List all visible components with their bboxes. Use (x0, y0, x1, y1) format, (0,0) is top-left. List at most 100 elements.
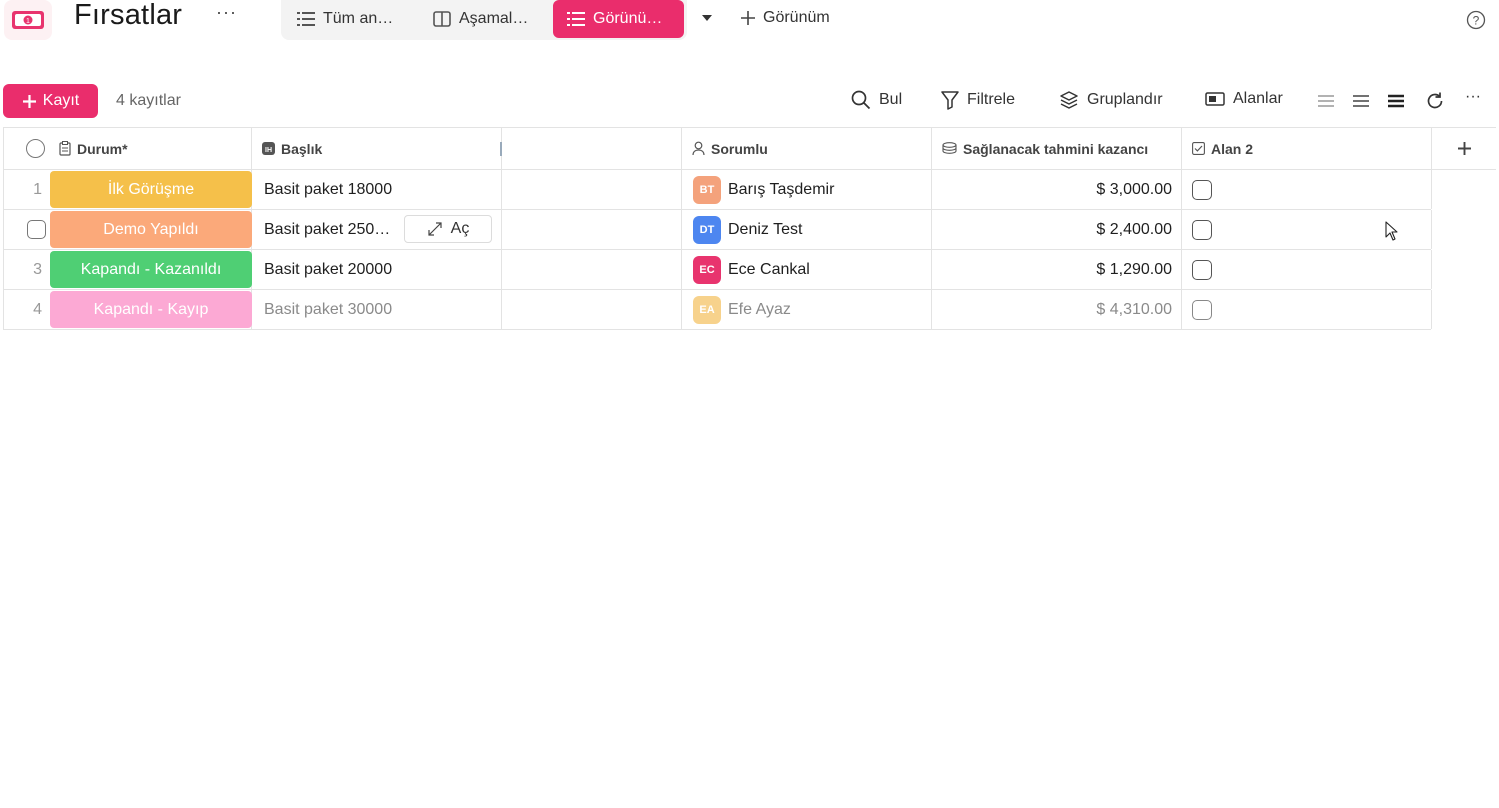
svg-text:1: 1 (26, 18, 30, 25)
group-button[interactable]: Gruplandır (1059, 90, 1163, 110)
field2-checkbox[interactable] (1192, 299, 1212, 320)
list-icon (297, 12, 315, 26)
column-header-owner[interactable]: Sorumlu (682, 127, 932, 170)
title-cell[interactable]: Basit paket 30000 (252, 290, 502, 329)
avatar: DT (693, 215, 721, 244)
tab-all[interactable]: Tüm an… (297, 0, 393, 38)
column-header-field2[interactable]: Alan 2 (1182, 127, 1432, 170)
select-all-checkbox[interactable] (26, 139, 45, 158)
add-column-button[interactable] (1432, 127, 1496, 170)
view-tabs: Tüm an… Aşamal… Görünü… (281, 0, 687, 40)
add-record-button[interactable]: Kayıt (3, 84, 98, 118)
column-label: Sorumlu (711, 140, 768, 157)
revenue-cell[interactable]: $ 1,290.00 (932, 250, 1182, 289)
title-cell[interactable]: Basit paket 20000 (252, 250, 502, 289)
owner-cell[interactable]: BT Barış Taşdemir (682, 170, 932, 209)
field2-cell[interactable] (1182, 170, 1432, 209)
add-view-button[interactable]: Görünüm (740, 0, 830, 36)
table-row[interactable]: Demo Yapıldı Basit paket 250… Aç DT Deni… (3, 210, 1432, 250)
group-label: Gruplandır (1087, 91, 1163, 108)
refresh-icon[interactable] (1425, 91, 1445, 116)
add-view-label: Görünüm (763, 9, 830, 26)
tab-view-active[interactable]: Görünü… (553, 0, 684, 38)
add-record-label: Kayıt (42, 92, 80, 109)
status-cell[interactable]: 3 Kapandı - Kazanıldı (3, 250, 252, 289)
more-icon[interactable]: ··· (1465, 88, 1481, 106)
owner-name: Efe Ayaz (728, 300, 791, 318)
layers-icon (1060, 91, 1078, 109)
owner-name: Ece Cankal (728, 260, 810, 278)
blank-cell[interactable] (502, 250, 682, 289)
chevron-down-icon[interactable] (700, 8, 714, 33)
table-row[interactable]: 4 Kapandı - Kayıp Basit paket 30000 EA E… (3, 290, 1432, 330)
row-height-medium-icon[interactable] (1351, 91, 1371, 116)
column-header-title[interactable]: IH Başlık (252, 127, 502, 170)
column-header-revenue[interactable]: Sağlanacak tahmini kazancı (932, 127, 1182, 170)
user-icon (692, 141, 705, 156)
filter-icon (941, 91, 959, 110)
status-badge[interactable]: İlk Görüşme (50, 171, 252, 208)
field2-cell[interactable] (1182, 250, 1432, 289)
kanban-icon (433, 11, 451, 27)
plus-icon (22, 94, 36, 108)
fields-button[interactable]: Alanlar (1205, 90, 1283, 108)
filter-label: Filtrele (967, 91, 1016, 108)
avatar: EA (693, 295, 721, 324)
status-badge[interactable]: Kapandı - Kayıp (50, 291, 252, 328)
owner-cell[interactable]: EC Ece Cankal (682, 250, 932, 289)
more-options-icon[interactable]: ··· (216, 2, 237, 23)
plus-icon (741, 11, 755, 25)
status-badge[interactable]: Demo Yapıldı (50, 211, 252, 248)
column-header-blank[interactable] (500, 127, 682, 170)
status-badge[interactable]: Kapandı - Kazanıldı (50, 251, 252, 288)
revenue-cell[interactable]: $ 3,000.00 (932, 170, 1182, 209)
title-text: Basit paket 250… (264, 220, 391, 238)
table-row[interactable]: 3 Kapandı - Kazanıldı Basit paket 20000 … (3, 250, 1432, 290)
column-label: Sağlanacak tahmini kazancı (963, 140, 1149, 157)
row-number: 1 (33, 180, 42, 198)
help-icon[interactable]: ? (1466, 10, 1486, 35)
field2-checkbox[interactable] (1192, 179, 1212, 200)
page-title: Fırsatlar (74, 0, 183, 31)
blank-cell[interactable] (502, 170, 682, 209)
filter-button[interactable]: Filtrele (941, 90, 1015, 110)
money-icon[interactable]: 1 (4, 0, 52, 40)
text-field-icon: IH (262, 142, 275, 155)
blank-cell[interactable] (502, 290, 682, 329)
blank-cell[interactable] (502, 210, 682, 249)
revenue-cell[interactable]: $ 2,400.00 (932, 210, 1182, 249)
top-bar: 1 Fırsatlar ··· Tüm an… Aşamal… Görünü… … (0, 0, 1499, 44)
status-cell[interactable]: 4 Kapandı - Kayıp (3, 290, 252, 329)
title-cell[interactable]: Basit paket 18000 (252, 170, 502, 209)
row-number: 3 (33, 260, 42, 278)
find-button[interactable]: Bul (851, 90, 902, 110)
row-height-short-icon[interactable] (1316, 91, 1336, 116)
owner-cell[interactable]: DT Deniz Test (682, 210, 932, 249)
tab-label: Tüm an… (323, 10, 394, 27)
revenue-cell[interactable]: $ 4,310.00 (932, 290, 1182, 329)
fields-icon (1205, 92, 1225, 106)
tab-label: Görünü… (593, 10, 663, 27)
tab-label: Aşamal… (459, 10, 529, 27)
owner-cell[interactable]: EA Efe Ayaz (682, 290, 932, 329)
svg-text:IH: IH (265, 147, 272, 154)
field2-checkbox[interactable] (1192, 219, 1212, 240)
column-header-status[interactable]: Durum* (3, 127, 252, 170)
status-cell[interactable]: Demo Yapıldı (3, 210, 252, 249)
table-row[interactable]: 1 İlk Görüşme Basit paket 18000 BT Barış… (3, 170, 1432, 210)
avatar: EC (693, 255, 721, 284)
find-label: Bul (879, 91, 903, 108)
status-cell[interactable]: 1 İlk Görüşme (3, 170, 252, 209)
open-record-button[interactable]: Aç (404, 215, 492, 243)
title-cell[interactable]: Basit paket 250… Aç (252, 210, 502, 249)
row-select-checkbox[interactable] (27, 220, 46, 239)
coins-icon (942, 142, 957, 154)
row-height-tall-icon[interactable] (1386, 91, 1406, 116)
field2-checkbox[interactable] (1192, 259, 1212, 280)
fields-label: Alanlar (1233, 90, 1283, 107)
resize-handle[interactable] (500, 141, 502, 156)
column-label: Başlık (281, 140, 323, 157)
record-count: 4 kayıtlar (116, 92, 181, 109)
tab-stages[interactable]: Aşamal… (433, 0, 528, 38)
field2-cell[interactable] (1182, 290, 1432, 329)
